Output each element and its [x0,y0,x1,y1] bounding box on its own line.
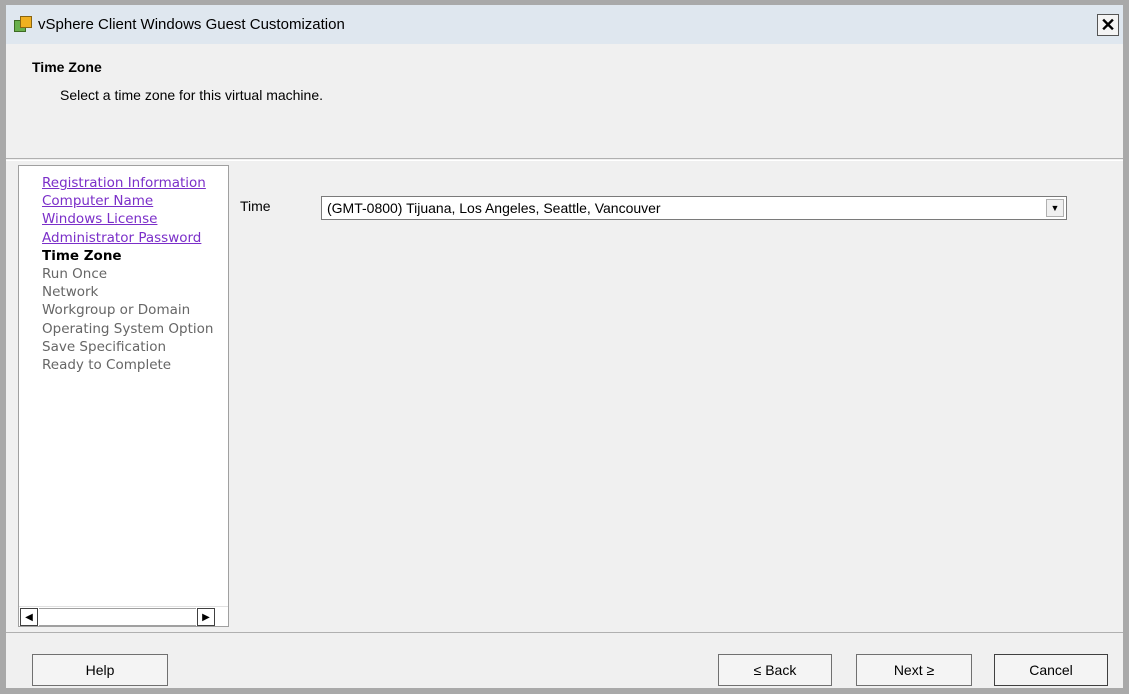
nav-horizontal-scrollbar[interactable]: ◀ ▶ [19,606,228,626]
steps-list: Registration Information Computer Name W… [42,174,213,374]
wizard-footer: Help ≤ Back Next ≥ Cancel [6,632,1123,688]
cancel-button[interactable]: Cancel [994,654,1108,686]
time-zone-label: Time [240,198,271,214]
step-workgroup-or-domain: Workgroup or Domain [42,302,191,319]
close-icon[interactable]: ✕ [1097,14,1119,36]
step-operating-system-option: Operating System Option [42,320,214,337]
scrollbar-track[interactable] [39,608,196,626]
customization-wizard-window: vSphere Client Windows Guest Customizati… [0,0,1129,694]
page-title: Time Zone [32,59,102,75]
page-description: Select a time zone for this virtual mach… [60,87,324,103]
scroll-left-icon[interactable]: ◀ [20,608,38,626]
step-network: Network [42,284,99,301]
dropdown-arrow-icon[interactable]: ▼ [1046,199,1064,217]
step-computer-name[interactable]: Computer Name [42,192,213,210]
time-zone-selected-value: (GMT-0800) Tijuana, Los Angeles, Seattle… [327,200,661,216]
next-button[interactable]: Next ≥ [856,654,972,686]
step-registration-information[interactable]: Registration Information [42,174,213,192]
back-button[interactable]: ≤ Back [718,654,832,686]
step-run-once: Run Once [42,266,108,283]
help-button[interactable]: Help [32,654,168,686]
vsphere-app-icon [14,15,32,34]
step-save-specification: Save Specification [42,338,167,355]
step-windows-license[interactable]: Windows License [42,210,213,228]
step-ready-to-complete: Ready to Complete [42,357,172,374]
window-title: vSphere Client Windows Guest Customizati… [38,16,345,33]
step-time-zone-current: Time Zone [42,247,122,264]
scroll-right-icon[interactable]: ▶ [197,608,215,626]
wizard-header: Time Zone Select a time zone for this vi… [6,44,1123,159]
time-zone-select[interactable]: (GMT-0800) Tijuana, Los Angeles, Seattle… [321,196,1067,220]
wizard-body: Registration Information Computer Name W… [6,160,1123,632]
step-administrator-password[interactable]: Administrator Password [42,229,213,247]
title-bar[interactable]: vSphere Client Windows Guest Customizati… [6,0,1123,44]
wizard-steps-nav: Registration Information Computer Name W… [18,165,229,627]
